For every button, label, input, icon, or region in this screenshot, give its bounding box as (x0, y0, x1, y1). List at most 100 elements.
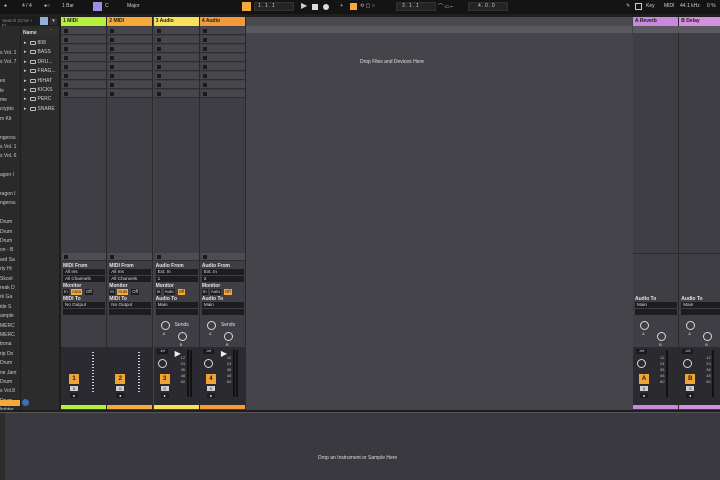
output-type-select[interactable]: No Output (63, 302, 105, 308)
scale-select[interactable]: Major (127, 3, 140, 9)
clip-stop-icon[interactable] (110, 38, 115, 42)
clip-slot[interactable] (200, 72, 245, 80)
browser-item[interactable]: le (0, 88, 4, 94)
return-activator-button[interactable]: B (685, 374, 696, 384)
clip-stop-icon[interactable] (156, 65, 161, 69)
clip-slot[interactable] (200, 54, 245, 62)
clip-slot[interactable] (62, 36, 106, 44)
clip-slot[interactable] (62, 81, 106, 89)
clip-stop-icon[interactable] (64, 56, 68, 60)
clip-stop-icon[interactable] (202, 56, 207, 60)
clip-stop-icon[interactable] (64, 74, 68, 78)
clip-stop-icon[interactable] (156, 92, 161, 96)
volume-readout[interactable]: -inf (156, 349, 168, 354)
clip-slot[interactable] (108, 90, 153, 98)
folder-item[interactable]: ▸ FRAG... (24, 68, 56, 74)
clip-slot[interactable] (200, 36, 245, 44)
input-channel-select[interactable]: 2 (201, 276, 244, 282)
stop-icon[interactable] (110, 255, 115, 259)
track-stop-button[interactable] (200, 253, 245, 261)
browser-item[interactable]: ne Jam (0, 370, 16, 376)
clip-stop-icon[interactable] (202, 47, 207, 51)
sort-icon[interactable]: ˆ (50, 29, 52, 35)
clip-stop-icon[interactable] (202, 29, 207, 33)
browser-item[interactable]: me (0, 97, 7, 103)
clip-slot[interactable] (200, 45, 245, 53)
clip-slot[interactable] (154, 63, 199, 71)
return-activator-button[interactable]: A (639, 374, 649, 384)
clip-slot[interactable] (154, 27, 199, 35)
name-column-header[interactable]: Name (23, 30, 37, 36)
stop-icon[interactable] (312, 4, 318, 10)
browser-item[interactable]: lighter (0, 407, 14, 410)
midi-map-label[interactable]: MIDI (664, 3, 675, 9)
browser-item[interactable]: s Vol. 1 (0, 144, 16, 150)
folder-item[interactable]: ▸ HIHAT (24, 78, 52, 84)
browser-search[interactable]: Search (Cmd + F) (0, 17, 36, 28)
folder-item[interactable]: ▸ DRU... (24, 59, 53, 65)
clip-stop-icon[interactable] (156, 56, 161, 60)
folder-item[interactable]: ▸ KICKS (24, 87, 53, 93)
stop-icon[interactable] (156, 255, 161, 259)
solo-button[interactable]: S (70, 386, 78, 391)
loop-start[interactable]: 3 . 1 . 1 (402, 3, 419, 9)
monitor-in-button[interactable]: In (201, 289, 208, 295)
clip-stop-icon[interactable] (202, 92, 207, 96)
send-a-knob[interactable] (206, 321, 216, 330)
clip-stop-icon[interactable] (202, 38, 207, 42)
clip-stop-icon[interactable] (64, 92, 68, 96)
automation-arm-icon[interactable] (350, 3, 357, 10)
clip-slot[interactable] (108, 36, 153, 44)
arm-button[interactable]: ● (206, 393, 215, 398)
clip-slot[interactable] (62, 45, 106, 53)
follow-icon[interactable] (242, 2, 251, 11)
re-enable-icon[interactable]: ⟲ ▢ ○ (360, 3, 375, 9)
output-channel-select[interactable] (155, 309, 198, 315)
browser-item[interactable]: ard Sa (0, 257, 15, 263)
clip-slot[interactable] (108, 63, 153, 71)
arm-button[interactable]: ● (160, 393, 169, 398)
clip-stop-icon[interactable] (156, 29, 161, 33)
output-channel-select[interactable] (109, 309, 152, 315)
clip-slot[interactable] (108, 27, 153, 35)
browser-item[interactable]: ragon I (0, 191, 16, 197)
expand-icon[interactable]: ▸ (24, 78, 27, 84)
metronome-icon[interactable]: ●○ (44, 3, 50, 9)
input-channel-select[interactable]: 1 (155, 276, 198, 282)
monitor-off-button[interactable]: Off (177, 289, 186, 295)
clip-stop-icon[interactable] (110, 47, 115, 51)
clip-stop-icon[interactable] (64, 83, 68, 87)
output-channel-select[interactable] (681, 309, 720, 315)
expand-icon[interactable]: ▸ (24, 96, 27, 102)
output-type-select[interactable]: Main (155, 302, 198, 308)
clip-slot[interactable] (62, 63, 106, 71)
browser-item[interactable]: Drum (0, 229, 12, 235)
stop-icon[interactable] (64, 255, 68, 259)
monitor-auto-button[interactable]: Auto (163, 289, 175, 295)
input-type-select[interactable]: Ext. In (155, 269, 198, 275)
arm-button[interactable]: ● (116, 393, 125, 398)
clip-slot[interactable] (154, 81, 199, 89)
clip-stop-icon[interactable] (110, 92, 115, 96)
clip-slot[interactable] (108, 81, 153, 89)
solo-button[interactable]: S (160, 386, 169, 391)
browser-item[interactable]: ide S (0, 304, 11, 310)
punch-icons[interactable]: ⌒ ▭ ⌐ (438, 3, 453, 10)
clip-slot[interactable] (154, 36, 199, 44)
view-toggle-icon[interactable]: ▾ (50, 18, 57, 25)
track-activator-button[interactable]: 2 (115, 374, 126, 384)
clip-slot[interactable] (154, 90, 199, 98)
browser-item[interactable]: s Vol.8 (0, 388, 15, 394)
clip-slot[interactable] (108, 72, 153, 80)
input-type-select[interactable]: All Ins (63, 269, 105, 275)
clip-stop-icon[interactable] (202, 65, 207, 69)
clip-stop-icon[interactable] (202, 74, 207, 78)
pencil-icon[interactable]: ✎ (626, 3, 630, 9)
browser-item[interactable]: Drum (0, 238, 12, 244)
track-activator-button[interactable]: 1 (69, 374, 79, 384)
monitor-off-button[interactable]: Off (85, 289, 93, 295)
browser-item[interactable]: Drum (0, 379, 12, 385)
monitor-in-button[interactable]: In (109, 289, 115, 295)
clip-slot[interactable] (62, 27, 106, 35)
send-b-knob[interactable] (223, 332, 233, 341)
